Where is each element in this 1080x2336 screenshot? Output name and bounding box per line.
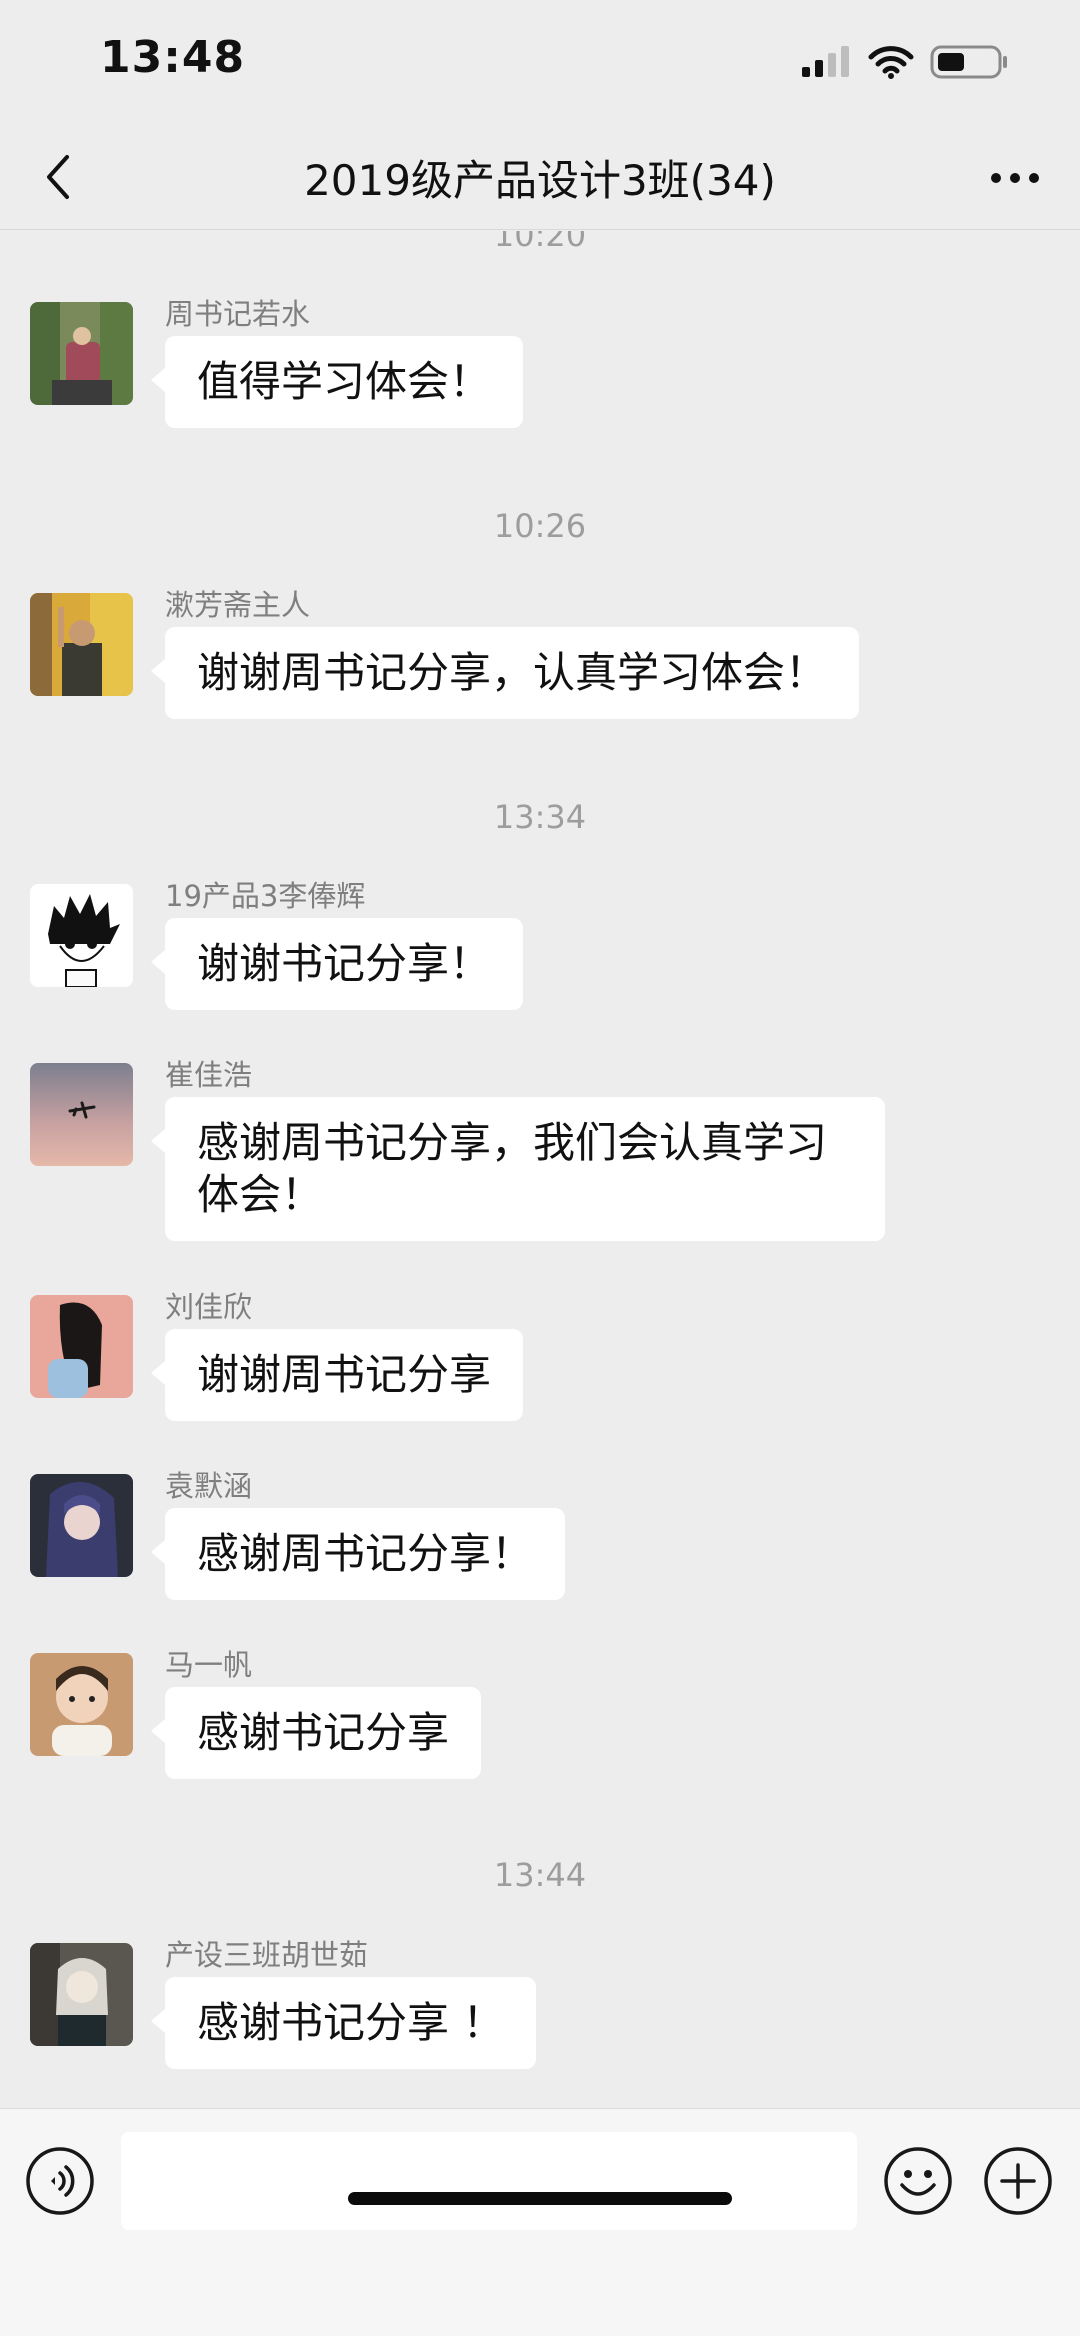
battery-icon bbox=[930, 45, 1007, 79]
plus-button[interactable] bbox=[982, 2145, 1054, 2217]
avatar[interactable] bbox=[30, 593, 133, 696]
home-indicator[interactable] bbox=[348, 2192, 732, 2205]
voice-button[interactable] bbox=[24, 2145, 96, 2217]
status-time: 13:48 bbox=[100, 32, 246, 83]
sender-name: 崔佳浩 bbox=[165, 1058, 253, 1092]
more-icon bbox=[991, 173, 1039, 183]
message-bubble[interactable]: 感谢书记分享 bbox=[150, 1687, 482, 1779]
sender-name: 漱芳斋主人 bbox=[165, 588, 311, 622]
status-icons bbox=[800, 40, 1010, 84]
voice-icon bbox=[26, 2147, 94, 2215]
timestamp: 13:44 bbox=[493, 1856, 587, 1894]
avatar[interactable] bbox=[30, 884, 133, 987]
sender-name: 19产品3李俸辉 bbox=[165, 879, 366, 913]
avatar[interactable] bbox=[30, 1295, 133, 1398]
message-bubble[interactable]: 感谢周书记分享！ bbox=[150, 1508, 566, 1600]
avatar[interactable] bbox=[30, 302, 133, 405]
avatar[interactable] bbox=[30, 1474, 133, 1577]
timestamp: 10:26 bbox=[493, 507, 587, 545]
emoji-button[interactable] bbox=[882, 2145, 954, 2217]
message-bubble[interactable]: 谢谢周书记分享 bbox=[150, 1329, 524, 1421]
nav-bar: 2019级产品设计3班(34) bbox=[0, 125, 1080, 230]
sender-name: 袁默涵 bbox=[165, 1469, 253, 1503]
plus-icon bbox=[984, 2147, 1052, 2215]
status-bar: 13:48 bbox=[0, 0, 1080, 125]
sender-name: 刘佳欣 bbox=[165, 1290, 253, 1324]
avatar[interactable] bbox=[30, 1063, 133, 1166]
chat-screen: 13:48 2019级产品设计3班(34) 10:20 周书记若水 值得学习体会… bbox=[0, 0, 1080, 2336]
emoji-icon bbox=[884, 2147, 952, 2215]
page-title: 2019级产品设计3班(34) bbox=[304, 156, 776, 205]
message-bubble[interactable]: 谢谢书记分享！ bbox=[150, 918, 524, 1010]
message-bubble[interactable]: 感谢书记分享 ！ bbox=[150, 1977, 537, 2069]
signal-icon bbox=[802, 46, 849, 77]
message-bubble[interactable]: 值得学习体会！ bbox=[150, 336, 524, 428]
message-bubble[interactable]: 感谢周书记分享，我们会认真学习体会！ bbox=[151, 1097, 885, 1241]
chat-message-list[interactable]: 10:20 周书记若水 值得学习体会！ 10:26 漱芳斋主人 谢谢周书记分享，… bbox=[0, 231, 1080, 2108]
message-bubble[interactable]: 谢谢周书记分享，认真学习体会！ bbox=[150, 627, 860, 719]
sender-name: 产设三班胡世茹 bbox=[165, 1938, 369, 1972]
avatar[interactable] bbox=[30, 1943, 133, 2046]
sender-name: 马一帆 bbox=[165, 1648, 253, 1682]
timestamp: 10:20 bbox=[493, 231, 587, 254]
avatar[interactable] bbox=[30, 1653, 133, 1756]
wifi-icon bbox=[868, 46, 914, 79]
sender-name: 周书记若水 bbox=[165, 297, 311, 331]
input-bar bbox=[0, 2108, 1080, 2336]
more-button[interactable] bbox=[980, 153, 1050, 203]
timestamp: 13:34 bbox=[493, 798, 587, 836]
message-input[interactable] bbox=[121, 2132, 857, 2230]
